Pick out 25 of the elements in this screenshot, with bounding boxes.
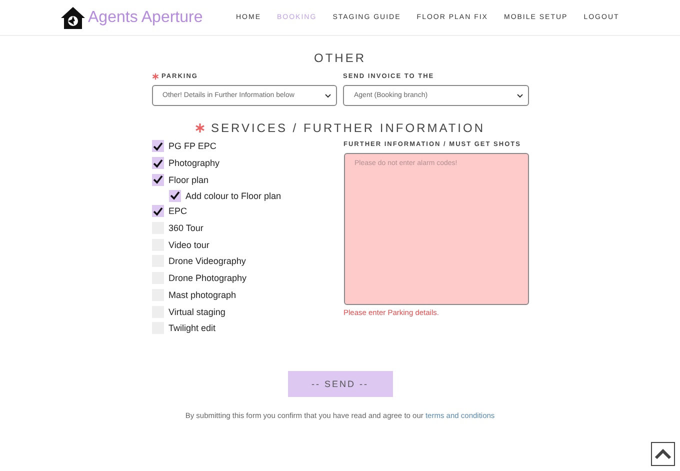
checkbox[interactable]: [168, 190, 180, 202]
checkbox-label: Add colour to Floor plan: [186, 190, 282, 201]
checkbox-label: Drone Videography: [168, 256, 246, 266]
section-title: OTHER: [313, 51, 367, 65]
checkbox-label: Drone Photography: [168, 273, 247, 284]
chevron-up-icon: [654, 448, 672, 460]
checkbox-label: PG FP EPC: [168, 141, 216, 152]
send-button[interactable]: -- SEND --: [288, 370, 392, 397]
checkbox-label: Video tour: [168, 240, 210, 250]
house-logo-icon: [60, 6, 86, 30]
caret-icon: [516, 94, 522, 98]
checkbox-label: Photography: [168, 158, 220, 168]
checkbox-label: Twilight edit: [168, 323, 216, 334]
checkbox-label: Floor plan: [168, 174, 209, 185]
checkbox-label: Virtual staging: [168, 306, 226, 317]
checkbox[interactable]: [152, 157, 164, 170]
section-title: SERVICES / FURTHER INFORMATION: [210, 121, 486, 135]
checkbox[interactable]: [152, 140, 164, 152]
scroll-top-button[interactable]: [651, 442, 675, 466]
checkbox-label: Mast photograph: [168, 290, 236, 300]
checkbox[interactable]: [152, 174, 164, 186]
caret-icon: [325, 94, 331, 98]
checkbox-label: EPC: [168, 206, 188, 216]
checkbox[interactable]: [152, 205, 164, 218]
checkbox-label: 360 Tour: [168, 223, 204, 234]
